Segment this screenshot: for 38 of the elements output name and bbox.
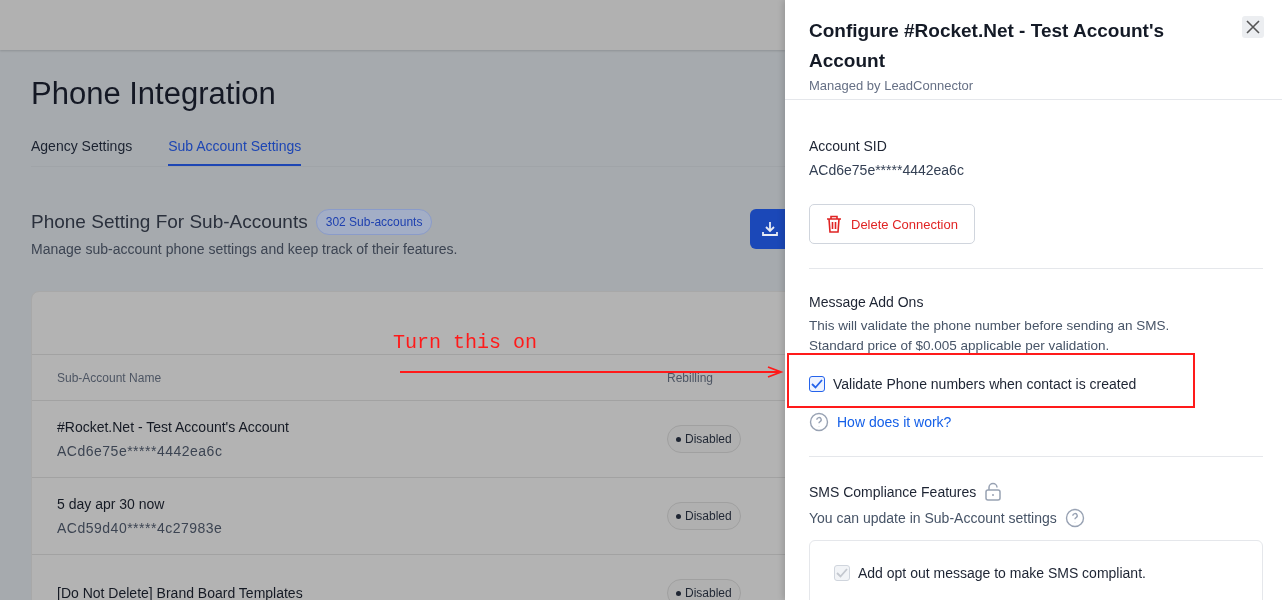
checkbox-label: Validate Phone numbers when contact is created [833, 376, 1137, 392]
section-subtitle: Manage sub-account phone settings and keep track of their features. [31, 241, 458, 257]
status-badge: Disabled [667, 425, 741, 453]
field-value: ACd6e75e*****4442ea6c [809, 162, 965, 178]
trash-icon [826, 215, 842, 233]
account-name: 5 day apr 30 now [57, 496, 166, 512]
account-name: #Rocket.Net - Test Account's Account [57, 419, 290, 435]
section-title: SMS Compliance Features [809, 484, 977, 500]
delete-button[interactable]: Delete Connection [809, 204, 975, 244]
download-button[interactable] [750, 209, 785, 249]
count-badge: 302 Sub-accounts [315, 209, 433, 235]
download-icon [761, 220, 779, 238]
checkbox[interactable] [809, 376, 825, 392]
account-sid: ACd6e75e*****4442ea6c [57, 443, 224, 459]
help-icon [1064, 508, 1085, 528]
field-label: Account SID [809, 138, 888, 154]
tab[interactable]: Agency Settings [31, 138, 133, 166]
status-badge: Disabled [667, 579, 741, 600]
description: You can update in Sub-Account settings [809, 510, 1057, 526]
drawer-title: Configure #Rocket.Net - Test Account's Account [809, 19, 1165, 73]
checkbox-label: Add opt out message to make SMS compliant. [858, 565, 1146, 581]
tab[interactable]: Sub Account Settings [168, 138, 302, 166]
account-sid: ACd59d40*****4c27983e [57, 520, 224, 536]
close-icon [1246, 20, 1260, 34]
status-badge: Disabled [667, 502, 741, 530]
section-title: Message Add Ons [809, 294, 925, 310]
column-header: Sub-Account Name [57, 370, 163, 385]
page-title: Phone Integration [31, 76, 277, 112]
help-link[interactable]: How does it work? [837, 414, 952, 430]
description: This will validate the phone number before sending an SMS. Standard price of $0.005 applicable per validation. [809, 317, 1171, 355]
close-button[interactable] [1242, 16, 1264, 38]
help-icon [809, 412, 829, 432]
drawer-subtitle: Managed by LeadConnector [809, 78, 975, 93]
lock-icon [984, 482, 1003, 502]
annotation-text: Turn this on [393, 331, 538, 354]
column-header: Rebilling [667, 370, 715, 385]
section-title: Phone Setting For Sub-Accounts [31, 211, 308, 233]
account-name: [Do Not Delete] Brand Board Templates [57, 585, 304, 600]
